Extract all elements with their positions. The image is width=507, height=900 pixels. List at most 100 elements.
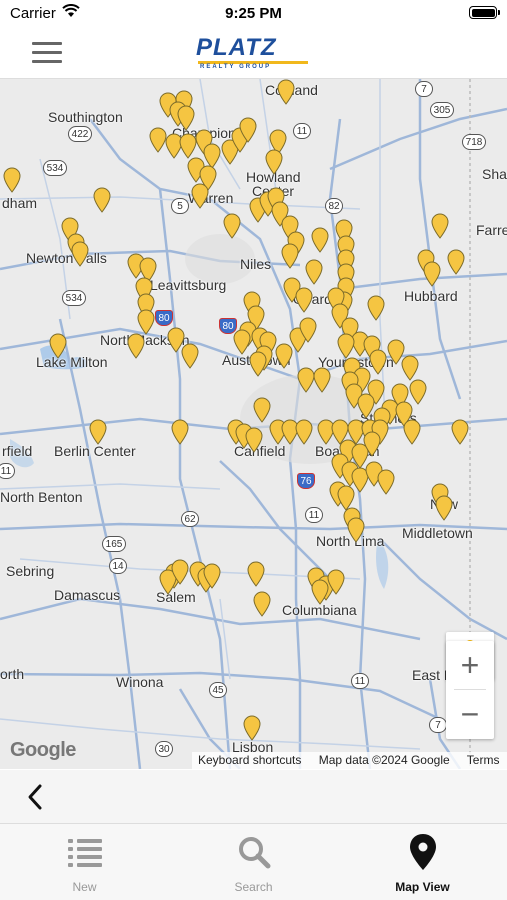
listing-pin-icon[interactable] xyxy=(239,117,257,143)
listing-pin-icon[interactable] xyxy=(265,149,283,175)
listing-pin-icon[interactable] xyxy=(401,355,419,381)
listing-pin-icon[interactable] xyxy=(93,187,111,213)
google-logo: Google xyxy=(10,739,76,761)
map-data-credit: Map data ©2024 Google xyxy=(318,753,450,767)
map-place-label: Winona xyxy=(116,674,164,690)
listing-pin-icon[interactable] xyxy=(295,287,313,313)
route-shield: 5 xyxy=(171,198,189,214)
map-place-label: Niles xyxy=(240,256,272,272)
route-shield: 14 xyxy=(109,558,127,574)
route-shield: 7 xyxy=(429,717,447,733)
route-shield: 165 xyxy=(102,536,126,552)
listing-pin-icon[interactable] xyxy=(49,333,67,359)
listing-pin-icon[interactable] xyxy=(181,343,199,369)
listing-pin-icon[interactable] xyxy=(281,243,299,269)
platz-logo: PLATZ REALTY GROUP xyxy=(196,34,312,72)
listing-pin-icon[interactable] xyxy=(377,469,395,495)
map-view[interactable]: SouthingtonChampionCortlandHowlandCenter… xyxy=(0,79,507,769)
listing-pin-icon[interactable] xyxy=(357,393,375,419)
route-shield: 305 xyxy=(430,102,454,118)
zoom-control: + − xyxy=(446,641,494,739)
map-toolbar xyxy=(0,770,507,824)
listing-pin-icon[interactable] xyxy=(245,427,263,453)
listing-pin-icon[interactable] xyxy=(327,569,345,595)
listing-pin-icon[interactable] xyxy=(3,167,21,193)
listing-pin-icon[interactable] xyxy=(171,559,189,585)
route-shield: 11 xyxy=(293,123,311,139)
map-place-label: Hubbard xyxy=(404,288,458,304)
map-place-label: Berlin Center xyxy=(54,443,136,459)
zoom-out-button[interactable]: − xyxy=(446,690,494,738)
app-header: PLATZ REALTY GROUP xyxy=(0,28,507,79)
route-shield: 7 xyxy=(415,81,433,97)
search-icon xyxy=(169,834,338,870)
listing-pin-icon[interactable] xyxy=(311,227,329,253)
tab-map-view[interactable]: Map View xyxy=(338,834,507,894)
listing-pin-icon[interactable] xyxy=(191,183,209,209)
keyboard-shortcuts-link[interactable]: Keyboard shortcuts xyxy=(198,753,301,767)
map-place-label: Middletown xyxy=(402,525,473,541)
map-place-label: Southington xyxy=(48,109,123,125)
map-place-label: Lake Milton xyxy=(36,354,108,370)
route-shield: 30 xyxy=(155,741,173,757)
tab-search[interactable]: Search xyxy=(169,834,338,894)
map-place-label: Sebring xyxy=(6,563,55,579)
battery-icon xyxy=(469,6,500,19)
listing-pin-icon[interactable] xyxy=(299,317,317,343)
listing-pin-icon[interactable] xyxy=(171,419,189,445)
route-shield: 422 xyxy=(68,126,92,142)
route-shield: 76 xyxy=(297,473,315,489)
tab-label: Search xyxy=(234,880,273,894)
route-shield: 534 xyxy=(43,160,67,176)
listing-pin-icon[interactable] xyxy=(203,563,221,589)
listing-pin-icon[interactable] xyxy=(243,715,261,741)
map-pin-icon xyxy=(338,834,507,870)
back-chevron-icon[interactable] xyxy=(20,780,50,814)
logo-brand: PLATZ xyxy=(196,34,277,61)
route-shield: 82 xyxy=(325,198,343,214)
map-place-label: Leavittsburg xyxy=(150,277,227,293)
tab-label: New xyxy=(72,880,97,894)
listing-pin-icon[interactable] xyxy=(249,351,267,377)
listing-pin-icon[interactable] xyxy=(295,419,313,445)
listing-pin-icon[interactable] xyxy=(127,333,145,359)
route-shield: 534 xyxy=(62,290,86,306)
listing-pin-icon[interactable] xyxy=(277,79,295,105)
tab-new[interactable]: New xyxy=(0,834,169,894)
listing-pin-icon[interactable] xyxy=(431,213,449,239)
listing-pin-icon[interactable] xyxy=(313,367,331,393)
listing-pin-icon[interactable] xyxy=(89,419,107,445)
listing-pin-icon[interactable] xyxy=(423,261,441,287)
listing-pin-icon[interactable] xyxy=(305,259,323,285)
listing-pin-icon[interactable] xyxy=(451,419,469,445)
listing-pin-icon[interactable] xyxy=(253,591,271,617)
listing-pin-icon[interactable] xyxy=(311,579,329,605)
listing-pin-icon[interactable] xyxy=(367,295,385,321)
listing-pin-icon[interactable] xyxy=(347,517,365,543)
listing-pin-icon[interactable] xyxy=(337,333,355,359)
map-place-label: dham xyxy=(2,195,38,211)
listing-pin-icon[interactable] xyxy=(369,349,387,375)
zoom-in-button[interactable]: + xyxy=(446,641,494,689)
listing-pin-icon[interactable] xyxy=(403,419,421,445)
listing-pin-icon[interactable] xyxy=(363,431,381,457)
hamburger-menu-icon[interactable] xyxy=(32,42,62,64)
listing-pin-icon[interactable] xyxy=(223,213,241,239)
map-place-label: Damascus xyxy=(54,587,121,603)
listing-pin-icon[interactable] xyxy=(447,249,465,275)
listing-pin-icon[interactable] xyxy=(177,105,195,131)
map-place-label: orth xyxy=(0,666,25,682)
map-place-label: Sha xyxy=(482,166,507,182)
route-shield: 45 xyxy=(209,682,227,698)
listing-pin-icon[interactable] xyxy=(435,495,453,521)
map-place-label: North Benton xyxy=(0,489,83,505)
route-shield: 11 xyxy=(351,673,369,689)
map-attribution: Keyboard shortcuts Map data ©2024 Google… xyxy=(192,752,507,769)
clock: 9:25 PM xyxy=(225,5,282,22)
terms-link[interactable]: Terms xyxy=(467,753,500,767)
listing-pin-icon[interactable] xyxy=(137,309,155,335)
route-shield: 62 xyxy=(181,511,199,527)
tab-bar: New Search Map View xyxy=(0,824,507,900)
listing-pin-icon[interactable] xyxy=(247,561,265,587)
listing-pin-icon[interactable] xyxy=(71,241,89,267)
